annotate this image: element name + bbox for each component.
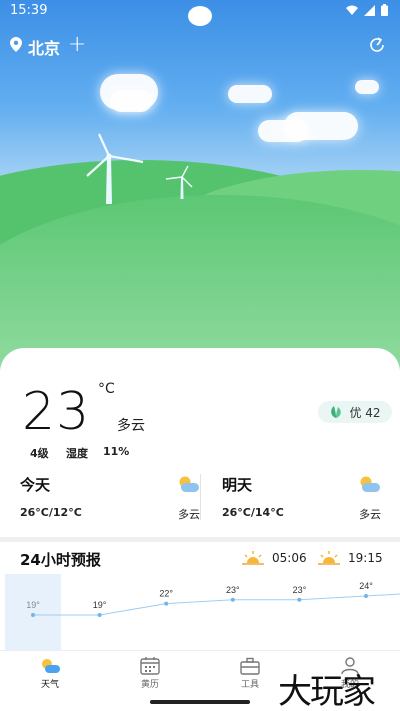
city-name[interactable]: 北京 — [28, 35, 60, 59]
tomorrow-forecast[interactable]: 明天 26°C/14°C 多云 — [222, 470, 381, 522]
day-condition: 多云 — [178, 508, 200, 521]
hourly-temperature-chart: 19° 19° 22° 23° 23° 24° — [26, 581, 400, 617]
hourly-forecast-title: 24小时预报 — [20, 551, 101, 569]
toolbox-icon — [240, 657, 260, 675]
tab-label: 天气 — [40, 680, 59, 690]
gesture-navigation-bar[interactable] — [150, 700, 250, 704]
partly-cloudy-icon — [179, 476, 199, 492]
divider — [200, 474, 201, 520]
sunset-info: 19:15 — [318, 551, 383, 565]
hourly-temperature-label: 19° — [26, 600, 40, 610]
hourly-temperature-label: 24° — [359, 581, 373, 591]
hourly-temperature-label: 19° — [93, 600, 107, 610]
day-condition: 多云 — [359, 508, 381, 521]
cloud — [110, 90, 152, 112]
day-temp-range: 26°C/14°C — [222, 506, 284, 519]
watermark-text: 大玩家 — [278, 672, 376, 711]
hourly-temperature-point — [364, 594, 368, 598]
hourly-temperature-label: 23° — [226, 585, 240, 595]
hourly-temperature-label: 23° — [293, 585, 307, 595]
status-icons — [346, 4, 388, 16]
sunset-icon — [318, 551, 340, 565]
day-name: 明天 — [222, 476, 253, 494]
sunrise-time: 05:06 — [272, 551, 307, 565]
wind-level: 4级 — [30, 447, 49, 460]
hourly-temperature-label: 22° — [159, 589, 173, 599]
humidity-value: 11% — [103, 445, 130, 458]
wind-turbine-icon — [165, 165, 193, 199]
hourly-temperature-point — [230, 597, 235, 602]
cloud — [284, 112, 358, 140]
current-temperature: 23 — [22, 382, 91, 442]
current-condition: 多云 — [117, 418, 145, 434]
tab-weather[interactable]: 天气 — [0, 651, 100, 697]
day-name: 今天 — [20, 476, 51, 494]
add-city-button[interactable]: + — [68, 32, 86, 57]
hourly-temperature-point — [164, 601, 169, 606]
location-bar: 北京 + — [10, 32, 386, 59]
temperature-unit: °C — [98, 381, 115, 397]
partly-cloudy-icon — [360, 476, 380, 492]
tab-almanac[interactable]: 黄历 — [100, 651, 200, 697]
camera-cutout — [188, 6, 212, 26]
leaf-icon — [331, 405, 342, 418]
hourly-temperature-point — [31, 613, 35, 617]
section-separator — [0, 537, 400, 542]
aqi-badge[interactable]: 优 42 — [318, 401, 392, 423]
location-pin-icon — [10, 37, 22, 52]
weather-icon — [42, 659, 60, 673]
signal-icon — [364, 4, 375, 16]
cloud — [355, 80, 379, 94]
battery-icon — [381, 4, 388, 16]
sunrise-icon — [242, 551, 264, 565]
sunrise-info: 05:06 — [242, 551, 307, 565]
status-time: 15:39 — [10, 3, 48, 18]
hourly-temperature-line — [33, 593, 400, 616]
hourly-temperature-point — [97, 613, 102, 617]
humidity-label: 湿度 — [66, 447, 88, 460]
day-temp-range: 26°C/12°C — [20, 506, 82, 519]
sunset-time: 19:15 — [348, 551, 383, 565]
status-bar: 15:39 — [0, 0, 400, 26]
refresh-icon[interactable] — [368, 36, 386, 54]
wind-turbine-icon — [86, 133, 144, 204]
calendar-icon — [140, 657, 160, 675]
aqi-label: 优 42 — [349, 405, 381, 420]
hourly-temperature-point — [297, 597, 302, 602]
hourly-forecast[interactable]: 19° 19° 22° 23° 23° 24° — [0, 572, 400, 650]
today-forecast[interactable]: 今天 26°C/12°C 多云 — [20, 470, 200, 522]
wifi-icon — [346, 5, 358, 15]
cloud — [228, 85, 272, 103]
tab-label: 黄历 — [140, 680, 159, 690]
